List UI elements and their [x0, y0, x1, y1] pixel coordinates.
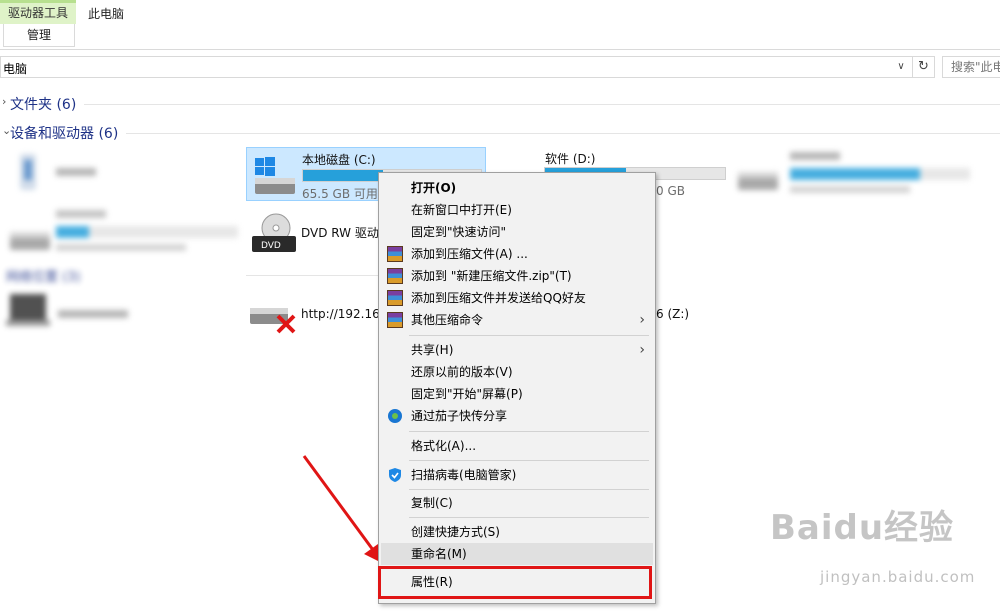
drive-d-name: 软件 (D:) [545, 152, 596, 166]
menu-item-label: 还原以前的版本(V) [411, 365, 513, 379]
drive-dvd[interactable]: DVD DVD RW 驱动 [246, 210, 380, 260]
group-devices-label: 设备和驱动器 (6) [10, 126, 119, 142]
menu-item-add-archive[interactable]: 添加到压缩文件(A) ... [381, 243, 653, 265]
drive-d-free: 0 GB [656, 184, 685, 198]
shield-icon [389, 468, 401, 482]
menu-item-open[interactable]: 打开(O) [381, 177, 653, 199]
menu-item-label: 创建快捷方式(S) [411, 525, 500, 539]
chevron-right-icon: › [639, 342, 645, 358]
winrar-icon [387, 312, 403, 328]
dvd-drive-icon: DVD [252, 213, 296, 252]
drive-z-name[interactable]: 6 (Z:) [656, 307, 689, 321]
menu-item-label: 重命名(M) [411, 547, 467, 561]
chevron-right-icon: › [639, 312, 645, 328]
drive-tools-group: 驱动器工具 管理 [0, 0, 76, 47]
menu-item-label: 格式化(A)... [411, 439, 477, 453]
menu-item-label: 固定到"开始"屏幕(P) [411, 387, 523, 401]
menu-item-pin-start[interactable]: 固定到"开始"屏幕(P) [381, 383, 653, 405]
group-network-label: 网络位置 (3) [6, 270, 81, 285]
blurred-drive-1[interactable] [10, 150, 240, 200]
group-network[interactable]: 网络位置 (3) [6, 266, 126, 286]
menu-item-share-qiezi[interactable]: 通过茄子快传分享 [381, 405, 653, 427]
menu-separator [409, 517, 649, 518]
group-folders[interactable]: › 文件夹 (6) [0, 94, 1000, 114]
context-menu: 打开(O) 在新窗口中打开(E) 固定到"快速访问" 添加到压缩文件(A) ..… [378, 172, 656, 604]
menu-item-label: 扫描病毒(电脑管家) [411, 468, 517, 482]
menu-item-label: 在新窗口中打开(E) [411, 203, 512, 217]
hard-drive-icon [10, 232, 50, 250]
tab-manage[interactable]: 管理 [3, 24, 75, 47]
menu-item-label: 共享(H) [411, 343, 454, 357]
address-bar[interactable]: 电脑 ∨ ↻ [0, 56, 935, 78]
chevron-down-icon[interactable]: ∨ [892, 57, 910, 77]
menu-item-label: 固定到"快速访问" [411, 225, 507, 239]
menu-separator [409, 431, 649, 432]
divider [126, 133, 1000, 134]
drive-c-free: 65.5 GB 可用 [302, 187, 378, 201]
drive-c-usage-fill [303, 170, 384, 181]
menu-separator [409, 335, 649, 336]
menu-item-label: 添加到 "新建压缩文件.zip"(T) [411, 269, 572, 283]
menu-item-archive-send-qq[interactable]: 添加到压缩文件并发送给QQ好友 [381, 287, 653, 309]
menu-separator [409, 489, 649, 490]
group-folders-label: 文件夹 (6) [10, 97, 77, 113]
annotation-highlight-box [378, 566, 652, 599]
menu-item-other-compress[interactable]: 其他压缩命令 › [381, 309, 653, 331]
watermark-brand: Baidu经验 [770, 508, 955, 548]
drive-dvd-name: DVD RW 驱动 [301, 226, 379, 240]
menu-item-label: 复制(C) [411, 496, 453, 510]
winrar-icon [387, 268, 403, 284]
drive-network[interactable]: http://192.168 [246, 292, 387, 342]
blurred-drive-2[interactable] [8, 208, 243, 258]
window-title: 此电脑 [88, 7, 125, 21]
disconnected-drive-icon [250, 308, 296, 334]
watermark-url: jingyan.baidu.com [820, 568, 976, 586]
divider [84, 104, 1000, 105]
address-path: 电脑 [3, 62, 28, 76]
annotation-arrow [302, 455, 384, 564]
menu-item-scan-virus[interactable]: 扫描病毒(电脑管家) [381, 464, 653, 486]
menu-item-format[interactable]: 格式化(A)... [381, 435, 653, 457]
laptop-icon [6, 294, 50, 326]
chevron-right-icon: › [2, 95, 7, 108]
hard-drive-icon [738, 172, 778, 190]
windows-drive-icon [255, 157, 295, 194]
menu-item-restore-versions[interactable]: 还原以前的版本(V) [381, 361, 653, 383]
ribbon: 驱动器工具 管理 此电脑 [0, 0, 1000, 50]
drive-tools-title[interactable]: 驱动器工具 [0, 0, 76, 24]
menu-item-add-zip[interactable]: 添加到 "新建压缩文件.zip"(T) [381, 265, 653, 287]
menu-item-share[interactable]: 共享(H) › [381, 339, 653, 361]
blurred-network-item[interactable] [6, 290, 146, 340]
svg-text:DVD: DVD [261, 241, 281, 251]
divider [246, 275, 378, 276]
menu-item-label: 打开(O) [411, 181, 457, 195]
menu-separator [409, 460, 649, 461]
device-icon [20, 154, 36, 190]
menu-item-create-shortcut[interactable]: 创建快捷方式(S) [381, 521, 653, 543]
winrar-icon [387, 290, 403, 306]
menu-item-open-new-window[interactable]: 在新窗口中打开(E) [381, 199, 653, 221]
search-input[interactable]: 搜索"此电 [942, 56, 1000, 78]
menu-item-label: 通过茄子快传分享 [411, 409, 508, 423]
menu-item-label: 添加到压缩文件(A) ... [411, 247, 528, 261]
drive-c-name: 本地磁盘 (C:) [302, 153, 376, 167]
refresh-icon[interactable]: ↻ [912, 57, 934, 77]
blurred-drive-3[interactable] [736, 148, 976, 202]
drive-network-name: http://192.168 [301, 307, 388, 321]
menu-item-rename[interactable]: 重命名(M) [381, 543, 653, 565]
winrar-icon [387, 246, 403, 262]
menu-item-label: 其他压缩命令 [411, 313, 484, 327]
menu-item-copy[interactable]: 复制(C) [381, 492, 653, 514]
group-devices[interactable]: ⌄ 设备和驱动器 (6) [0, 123, 1000, 143]
share-app-icon [388, 409, 402, 423]
menu-item-pin-quick-access[interactable]: 固定到"快速访问" [381, 221, 653, 243]
menu-item-label: 添加到压缩文件并发送给QQ好友 [411, 291, 586, 305]
